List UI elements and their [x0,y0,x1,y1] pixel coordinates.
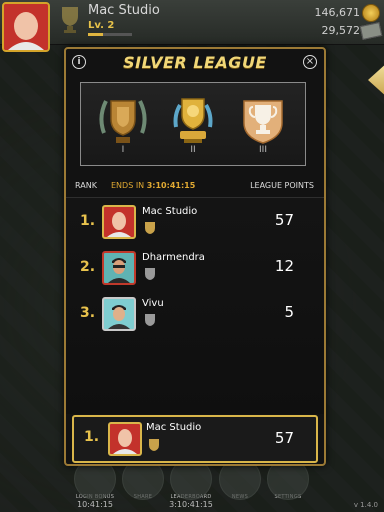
league-points: 12 [274,257,294,275]
modal-header: i SILVER LEAGUE × [66,49,324,75]
gold-league-badge-icon [142,220,158,236]
player-name: Mac Studio [146,422,202,433]
cash-icon[interactable] [359,22,383,40]
rank-number: 3. [80,305,96,321]
rank-header: RANK [75,181,97,190]
version-label: v 1.4.0 [353,501,378,509]
leaderboard-header: RANK ENDS IN 3:10:41:15 LEAGUE POINTS [66,179,324,193]
leaderboard-row[interactable]: 1. Mac Studio 57 [66,201,324,245]
cash-balance: 29,572 [321,24,361,37]
coin-icon[interactable] [362,4,380,22]
player-name: Dharmendra [142,252,205,263]
player-name: Vivu [142,298,164,309]
player-avatar[interactable] [2,2,50,52]
silver-league-badge-icon [142,312,158,328]
league-trophy-icon[interactable] [56,4,84,34]
leaderboard-list: 1. Mac Studio 57 2. Dharmendra 12 3. Viv… [66,197,324,414]
nav-timer: 3:10:41:15 [169,500,213,509]
nav-timer: 10:41:15 [77,500,113,509]
top-bar: Mac Studio Lv. 2 146,671 29,572 [0,0,384,52]
silver-league-badge-icon [142,266,158,282]
league-points: 57 [274,211,294,229]
trophy-tier-2[interactable]: II [163,89,223,165]
league-points: 57 [274,429,294,447]
ends-in-label: ENDS IN [111,181,145,190]
close-button[interactable]: × [303,55,317,69]
trophy-tier-label: III [259,145,267,155]
league-modal: i SILVER LEAGUE × I II III RANK ENDS IN … [64,47,326,466]
ends-in-value: 3:10:41:15 [146,181,196,190]
cup-trophy-icon [243,100,283,144]
gold-league-badge-icon [146,437,162,453]
bottom-nav: LOGIN BONUS 10:41:15 SHARE LEADERBOARD 3… [0,458,384,512]
league-points-header: LEAGUE POINTS [250,181,314,190]
avatar[interactable] [108,422,142,456]
player-level: Lv. 2 [88,20,115,31]
player-name: Mac Studio [142,206,198,217]
trophy-tier-1[interactable]: I [93,89,153,165]
player-name: Mac Studio [88,3,160,18]
rank-number: 1. [84,429,100,445]
league-points: 5 [284,303,294,321]
xp-progress-bar [88,33,132,36]
leaderboard-row[interactable]: 2. Dharmendra 12 [66,247,324,291]
rank-number: 1. [80,213,96,229]
avatar[interactable] [102,251,136,285]
gold-shield-trophy-icon [173,98,213,143]
avatar[interactable] [102,297,136,331]
rank-number: 2. [80,259,96,275]
xp-progress-fill [88,33,104,36]
current-player-row[interactable]: 1. Mac Studio 57 [72,415,318,463]
leaderboard-row[interactable]: 3. Vivu 5 [66,293,324,337]
ends-in-timer: ENDS IN 3:10:41:15 [111,181,195,190]
coin-balance: 146,671 [314,6,361,19]
trophy-tier-3[interactable]: III [233,89,293,165]
bronze-shield-trophy-icon [99,100,147,143]
trophy-panel: I II III [80,82,306,166]
modal-title: SILVER LEAGUE [123,53,267,72]
avatar[interactable] [102,205,136,239]
trophy-tier-label: II [190,145,196,155]
trophy-tier-label: I [121,145,125,155]
